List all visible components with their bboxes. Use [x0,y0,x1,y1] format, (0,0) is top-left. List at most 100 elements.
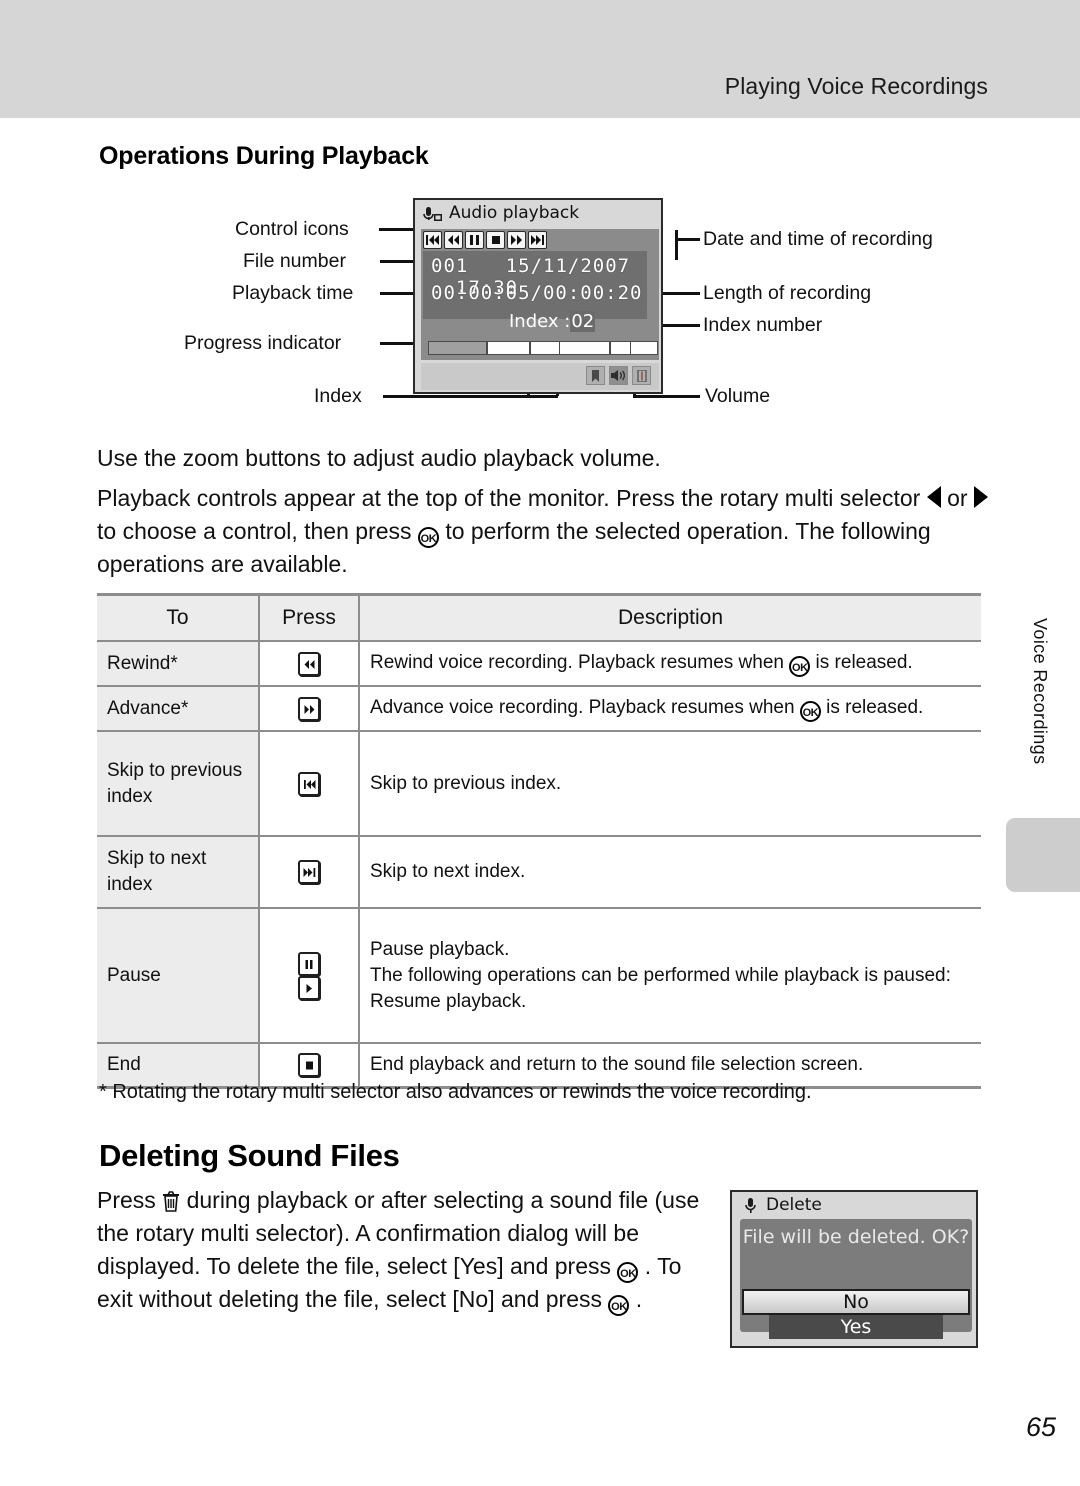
callout-playback-time: Playback time [232,282,354,304]
microphone-icon [423,207,442,221]
page-number: 65 [1025,1412,1056,1442]
pause-icon[interactable] [465,231,484,249]
playback-screen-figure: Control icons File number Playback time … [95,190,995,420]
stop-icon [298,1053,320,1077]
delete-dialog-message: File will be deleted. OK? [742,1226,970,1248]
callout-file-number: File number [243,250,346,272]
callout-date-time: Date and time of recording [703,228,933,250]
index-mark [629,342,632,354]
del-part-b: during playback or after selecting a sou… [97,1187,700,1279]
left-arrow-icon [926,486,941,508]
side-tab-label: Voice Recordings [1030,618,1050,765]
callout-control-icons: Control icons [235,218,349,240]
advance-icon[interactable] [507,231,526,249]
press-cell-skip-next [258,835,360,909]
callout-length-of-recording: Length of recording [703,282,872,304]
description-skip-next: Skip to next index. [359,835,981,909]
header-title: Playing Voice Recordings [724,73,988,99]
table-row: Skip to next index Skip to next index. [97,835,981,909]
file-number: 001 [431,255,469,277]
trash-icon [163,1191,180,1212]
skip-previous-icon[interactable] [423,231,442,249]
index-mark [529,342,531,354]
bookmark-icon [586,366,605,385]
deleting-sound-files-heading: Deleting Sound Files [99,1138,400,1173]
section-heading: Operations During Playback [99,142,429,170]
row-label-pause: Pause [97,907,259,1044]
skip-next-icon[interactable] [528,231,547,249]
skip-next-icon [298,860,320,884]
row-label-skip-previous: Skip to previous index [97,730,259,837]
del-part-d: . [635,1286,643,1312]
microphone-icon [745,1198,756,1213]
p2-part-a: Playback controls appear at the top of t… [97,485,921,511]
speaker-icon[interactable] [609,366,628,385]
table-footnote: * Rotating the rotary multi selector als… [99,1081,812,1103]
audio-playback-monitor: Audio playback 001 15/11/2007 17:30 00:0… [413,198,663,394]
delete-dialog-title: Delete [766,1195,822,1215]
control-icons-row[interactable] [423,231,547,249]
length-of-recording: 00:00:20 [542,282,643,304]
paragraph-playback-controls: Playback controls appear at the top of t… [97,482,989,581]
p2-or: or [947,485,968,511]
page-header: Playing Voice Recordings [0,0,1080,118]
progress-indicator[interactable] [428,341,658,355]
rewind-icon[interactable] [444,231,463,249]
monitor-body: 001 15/11/2007 17:30 00:00:05/00:00:20 I… [421,229,659,360]
table-row: Rewind* Rewind voice recording. Playback… [97,640,981,687]
advance-icon [298,696,320,721]
callout-index: Index [314,385,362,407]
side-tab-marker [1006,818,1080,892]
stop-icon[interactable] [486,231,505,249]
callout-index-number: Index number [703,314,823,336]
pause-desc-line-3: Resume playback. [370,990,527,1012]
press-cell-skip-previous [258,730,360,837]
ok-button-icon: OK [799,701,821,722]
del-part-a: Press [97,1187,156,1213]
ok-button-icon: OK [617,1262,639,1283]
index-label: Index : [509,311,571,332]
desc-post: is released. [826,697,924,718]
info-panel: 001 15/11/2007 17:30 00:00:05/00:00:20 [423,251,647,319]
playback-time: 00:00:05 [431,282,531,304]
desc-post: is released. [815,652,913,673]
row-label-rewind: Rewind* [97,640,259,687]
index-number: 02 [570,311,596,332]
delete-dialog-body: File will be deleted. OK? No Yes [740,1219,972,1339]
monitor-title: Audio playback [449,203,580,223]
delete-option-yes[interactable]: Yes [769,1315,943,1339]
delete-confirmation-monitor: Delete File will be deleted. OK? No Yes [730,1190,978,1348]
leader-date-time-h [675,238,700,241]
index-mark [558,342,561,354]
column-header-to: To [97,593,259,642]
play-icon [298,975,320,1000]
rewind-icon [298,651,320,676]
monitor-footer [421,363,659,390]
index-readout: Index :02 [509,311,596,332]
right-arrow-icon [973,486,988,508]
pause-desc-line-1: Pause playback. [370,938,510,960]
desc-pre: Advance voice recording. Playback resume… [370,697,795,718]
footer-icons [586,366,651,385]
row-label-skip-next: Skip to next index [97,835,259,909]
description-pause: Pause playback. The following operations… [359,907,981,1044]
paragraph-volume-tip: Use the zoom buttons to adjust audio pla… [97,445,661,471]
ok-button-icon: OK [608,1295,630,1316]
leader-volume [633,395,700,398]
battery-icon [632,366,651,385]
pause-icon [298,951,320,976]
description-skip-previous: Skip to previous index. [359,730,981,837]
press-cell-pause [258,907,360,1044]
p2-part-b: to choose a control, then press [97,518,412,544]
table-row: Pause Pause playback. The following oper… [97,907,981,1044]
delete-option-no[interactable]: No [742,1289,970,1315]
paragraph-deleting: Press during playback or after selecting… [97,1184,707,1316]
table-header-row: To Press Description [97,593,981,642]
operations-table: To Press Description Rewind* Rewind voic… [97,593,981,1089]
row-label-advance: Advance* [97,685,259,732]
skip-previous-icon [298,771,320,796]
desc-pre: Rewind voice recording. Playback resumes… [370,652,784,673]
recording-date: 15/11/2007 [505,255,631,277]
leader-date-time-v [675,230,678,260]
description-advance: Advance voice recording. Playback resume… [359,685,981,732]
